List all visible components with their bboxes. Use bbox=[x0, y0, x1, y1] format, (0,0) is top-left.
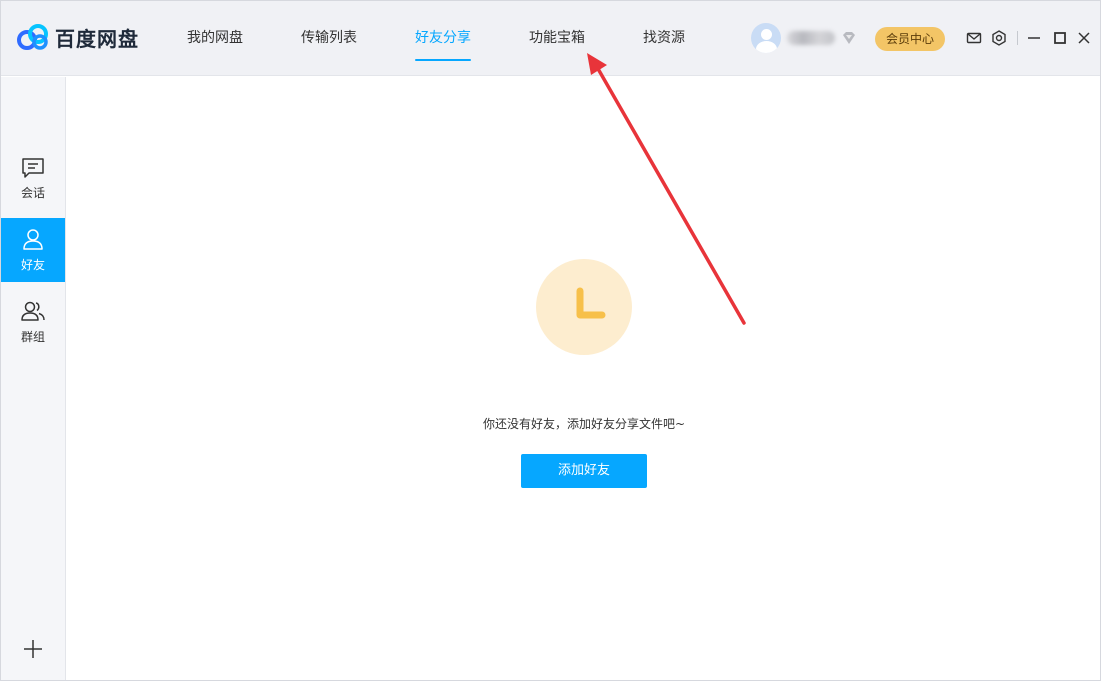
avatar[interactable] bbox=[751, 23, 781, 53]
nav-my-disk[interactable]: 我的网盘 bbox=[173, 1, 243, 76]
mail-icon[interactable] bbox=[965, 29, 983, 47]
sidebar: 会话 好友 群组 bbox=[1, 77, 66, 680]
clock-icon bbox=[576, 287, 606, 319]
close-icon[interactable] bbox=[1075, 29, 1093, 47]
nav-friend-share[interactable]: 好友分享 bbox=[401, 1, 471, 76]
add-friend-button[interactable]: 添加好友 bbox=[521, 454, 647, 488]
maximize-icon[interactable] bbox=[1051, 29, 1069, 47]
nav-find-resources[interactable]: 找资源 bbox=[629, 1, 685, 76]
sidebar-item-label: 会话 bbox=[20, 185, 45, 200]
nav-label: 找资源 bbox=[643, 30, 685, 46]
nav-label: 好友分享 bbox=[415, 30, 471, 46]
vip-center-button[interactable]: 会员中心 bbox=[875, 27, 945, 51]
app-window: 百度网盘 我的网盘 传输列表 好友分享 功能宝箱 找资源 会员中心 会话 好友 … bbox=[0, 0, 1101, 681]
main-nav: 我的网盘 传输列表 好友分享 功能宝箱 找资源 bbox=[173, 1, 729, 76]
user-icon bbox=[23, 228, 43, 250]
separator bbox=[1017, 31, 1018, 45]
add-icon[interactable] bbox=[21, 637, 45, 661]
sidebar-item-friends[interactable]: 好友 bbox=[1, 218, 65, 282]
minimize-icon[interactable] bbox=[1025, 29, 1043, 47]
sidebar-item-label: 好友 bbox=[20, 257, 45, 272]
baidu-netdisk-logo-icon bbox=[17, 24, 48, 50]
app-logo[interactable]: 百度网盘 bbox=[16, 22, 139, 52]
nav-label: 传输列表 bbox=[301, 30, 357, 46]
nav-transfer-list[interactable]: 传输列表 bbox=[287, 1, 357, 76]
empty-state-message: 你还没有好友，添加好友分享文件吧~ bbox=[482, 417, 686, 431]
main-content: 你还没有好友，添加好友分享文件吧~ 添加好友 bbox=[66, 77, 1100, 680]
nav-toolbox[interactable]: 功能宝箱 bbox=[515, 1, 585, 76]
settings-icon[interactable] bbox=[990, 29, 1008, 47]
empty-state-illustration bbox=[536, 259, 632, 355]
diamond-icon[interactable] bbox=[840, 29, 858, 47]
group-icon bbox=[21, 301, 45, 321]
top-bar: 百度网盘 我的网盘 传输列表 好友分享 功能宝箱 找资源 会员中心 bbox=[1, 1, 1100, 76]
sidebar-item-chat[interactable]: 会话 bbox=[1, 146, 65, 210]
username-blurred[interactable] bbox=[787, 31, 835, 45]
sidebar-item-groups[interactable]: 群组 bbox=[1, 290, 65, 354]
app-name: 百度网盘 bbox=[55, 26, 139, 51]
nav-label: 功能宝箱 bbox=[529, 30, 585, 46]
chat-icon bbox=[22, 157, 44, 178]
sidebar-item-label: 群组 bbox=[20, 329, 45, 344]
nav-label: 我的网盘 bbox=[187, 30, 243, 46]
